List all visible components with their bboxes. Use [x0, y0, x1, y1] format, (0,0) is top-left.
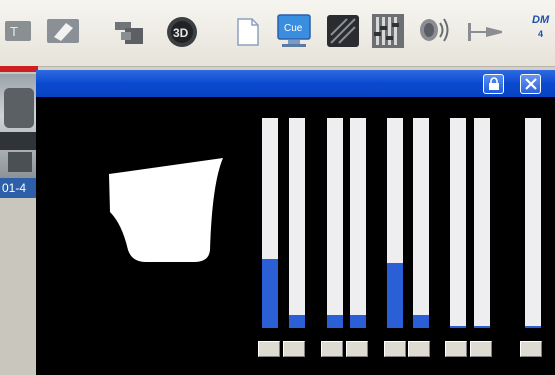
3d-view-icon[interactable]: 3D: [165, 15, 199, 49]
cue-label: Cue: [284, 23, 303, 34]
fader-track-6[interactable]: [413, 118, 429, 328]
fader-track-2[interactable]: [289, 118, 305, 328]
connector-icon[interactable]: [466, 20, 506, 44]
fader-track-7[interactable]: [450, 118, 466, 328]
fixture-thumbnail[interactable]: [0, 74, 38, 178]
3d-label: 3D: [173, 26, 189, 40]
fader-level-2: [289, 315, 305, 328]
toolbar: T 3D Cue DM 4: [0, 0, 555, 67]
lock-button[interactable]: [483, 74, 504, 94]
text-tool-icon[interactable]: T: [4, 18, 32, 44]
stack-icon[interactable]: [113, 18, 147, 46]
fader-track-1[interactable]: [262, 118, 278, 328]
close-icon: [525, 78, 537, 90]
fader-level-5: [387, 262, 403, 328]
fader-level-3: [327, 315, 343, 328]
fader-button-3[interactable]: [321, 341, 343, 357]
moving-head-icon: [0, 88, 38, 172]
fader-level-1: [262, 258, 278, 328]
fixture-list-panel: 01-4: [0, 66, 38, 375]
fader-level-9: [525, 325, 541, 328]
fader-level-8: [474, 325, 490, 328]
dmx-logo-sub: 4: [538, 29, 544, 39]
new-page-icon[interactable]: [236, 17, 260, 47]
fader-button-5[interactable]: [384, 341, 406, 357]
fader-track-5[interactable]: [387, 118, 403, 328]
lock-icon: [489, 77, 499, 90]
fader-track-3[interactable]: [327, 118, 343, 328]
fader-button-6[interactable]: [408, 341, 430, 357]
fader-track-4[interactable]: [350, 118, 366, 328]
fader-level-7: [450, 325, 466, 328]
fader-level-4: [350, 315, 366, 328]
fader-window: [36, 70, 555, 375]
fader-level-6: [413, 315, 429, 328]
fader-track-9[interactable]: [525, 118, 541, 328]
fixture-label[interactable]: 01-4: [0, 178, 38, 198]
fader-track-8[interactable]: [474, 118, 490, 328]
cue-monitor-icon[interactable]: Cue: [276, 13, 312, 49]
fader-button-9[interactable]: [520, 341, 542, 357]
close-button[interactable]: [520, 74, 541, 94]
panel-red-strip: [0, 66, 38, 72]
speaker-icon[interactable]: [418, 14, 452, 46]
svg-text:T: T: [10, 24, 18, 39]
fader-button-2[interactable]: [283, 341, 305, 357]
fixture-lamp-icon[interactable]: [325, 13, 361, 49]
fader-button-8[interactable]: [470, 341, 492, 357]
pan-tilt-preview[interactable]: [106, 154, 226, 264]
layer-icon[interactable]: [46, 17, 80, 45]
dmx-logo-text: DM: [532, 14, 550, 26]
window-titlebar[interactable]: [36, 70, 555, 97]
fader-button-4[interactable]: [346, 341, 368, 357]
fader-button-1[interactable]: [258, 341, 280, 357]
faders-icon[interactable]: [371, 12, 405, 50]
fader-button-7[interactable]: [445, 341, 467, 357]
